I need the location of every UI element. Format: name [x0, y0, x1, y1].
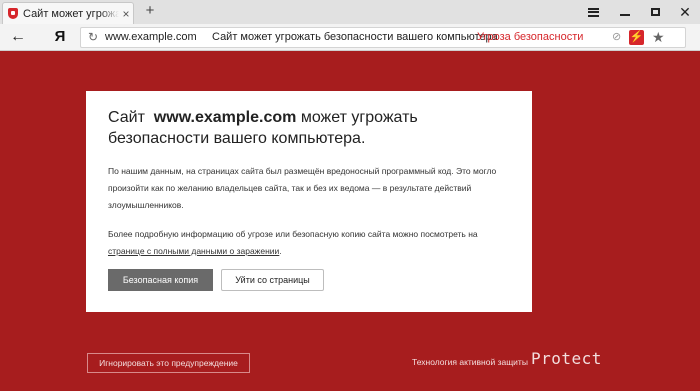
- warning-buttons: Безопасная копия Уйти со страницы: [108, 269, 324, 291]
- navigation-bar: ← Я ↻ www.example.com Сайт может угрожат…: [0, 24, 700, 51]
- yandex-button[interactable]: Я: [52, 28, 68, 45]
- threat-label[interactable]: Угроза безопасности: [477, 31, 583, 43]
- bookmark-star-icon[interactable]: ★: [652, 29, 665, 46]
- leave-page-button[interactable]: Уйти со страницы: [221, 269, 324, 291]
- safe-copy-button[interactable]: Безопасная копия: [108, 269, 213, 291]
- infection-details-link[interactable]: странице с полными данными о заражении: [108, 246, 279, 256]
- close-icon: ✕: [679, 4, 691, 20]
- warning-domain: www.example.com: [153, 109, 297, 126]
- maximize-button[interactable]: [640, 0, 670, 24]
- heading-prefix: Сайт: [108, 109, 145, 126]
- page-title-text: Сайт может угрожать безопасности вашего …: [212, 31, 498, 43]
- protect-logo: Protect: [531, 349, 602, 368]
- warning-page: Сайт www.example.com может угрожать безо…: [0, 51, 700, 391]
- tab-close-icon[interactable]: ×: [121, 7, 131, 21]
- ignore-warning-button[interactable]: Игнорировать это предупреждение: [87, 353, 250, 373]
- protect-icon[interactable]: ⊘: [612, 30, 621, 43]
- paragraph-2-text: Более подробную информацию об угрозе или…: [108, 229, 478, 239]
- warning-card: Сайт www.example.com может угрожать безо…: [86, 91, 532, 312]
- paragraph-2-end: .: [279, 246, 282, 256]
- url-text[interactable]: www.example.com: [105, 31, 197, 43]
- tab-active[interactable]: Сайт может угрожать бе ×: [2, 2, 134, 24]
- new-tab-button[interactable]: +: [142, 3, 158, 19]
- back-button[interactable]: ←: [9, 29, 27, 45]
- address-bar[interactable]: ↻ www.example.com Сайт может угрожать бе…: [80, 27, 686, 48]
- warning-paragraph-2: Более подробную информацию об угрозе или…: [108, 226, 510, 260]
- hamburger-icon: [587, 7, 599, 17]
- tab-title: Сайт может угрожать бе: [23, 7, 119, 20]
- minimize-button[interactable]: [610, 0, 640, 24]
- menu-button[interactable]: [578, 0, 608, 24]
- tab-strip: Сайт может угрожать бе × + ✕: [0, 0, 700, 24]
- reload-icon[interactable]: ↻: [88, 30, 98, 44]
- flash-icon[interactable]: ⚡: [629, 30, 644, 45]
- maximize-icon: [650, 8, 660, 16]
- technology-text: Технология активной защиты: [412, 357, 528, 367]
- minimize-icon: [620, 14, 630, 16]
- warning-heading: Сайт www.example.com может угрожать безо…: [108, 107, 510, 149]
- warning-paragraph-1: По нашим данным, на страницах сайта был …: [108, 166, 497, 210]
- close-window-button[interactable]: ✕: [670, 0, 700, 24]
- shield-icon: [8, 8, 18, 19]
